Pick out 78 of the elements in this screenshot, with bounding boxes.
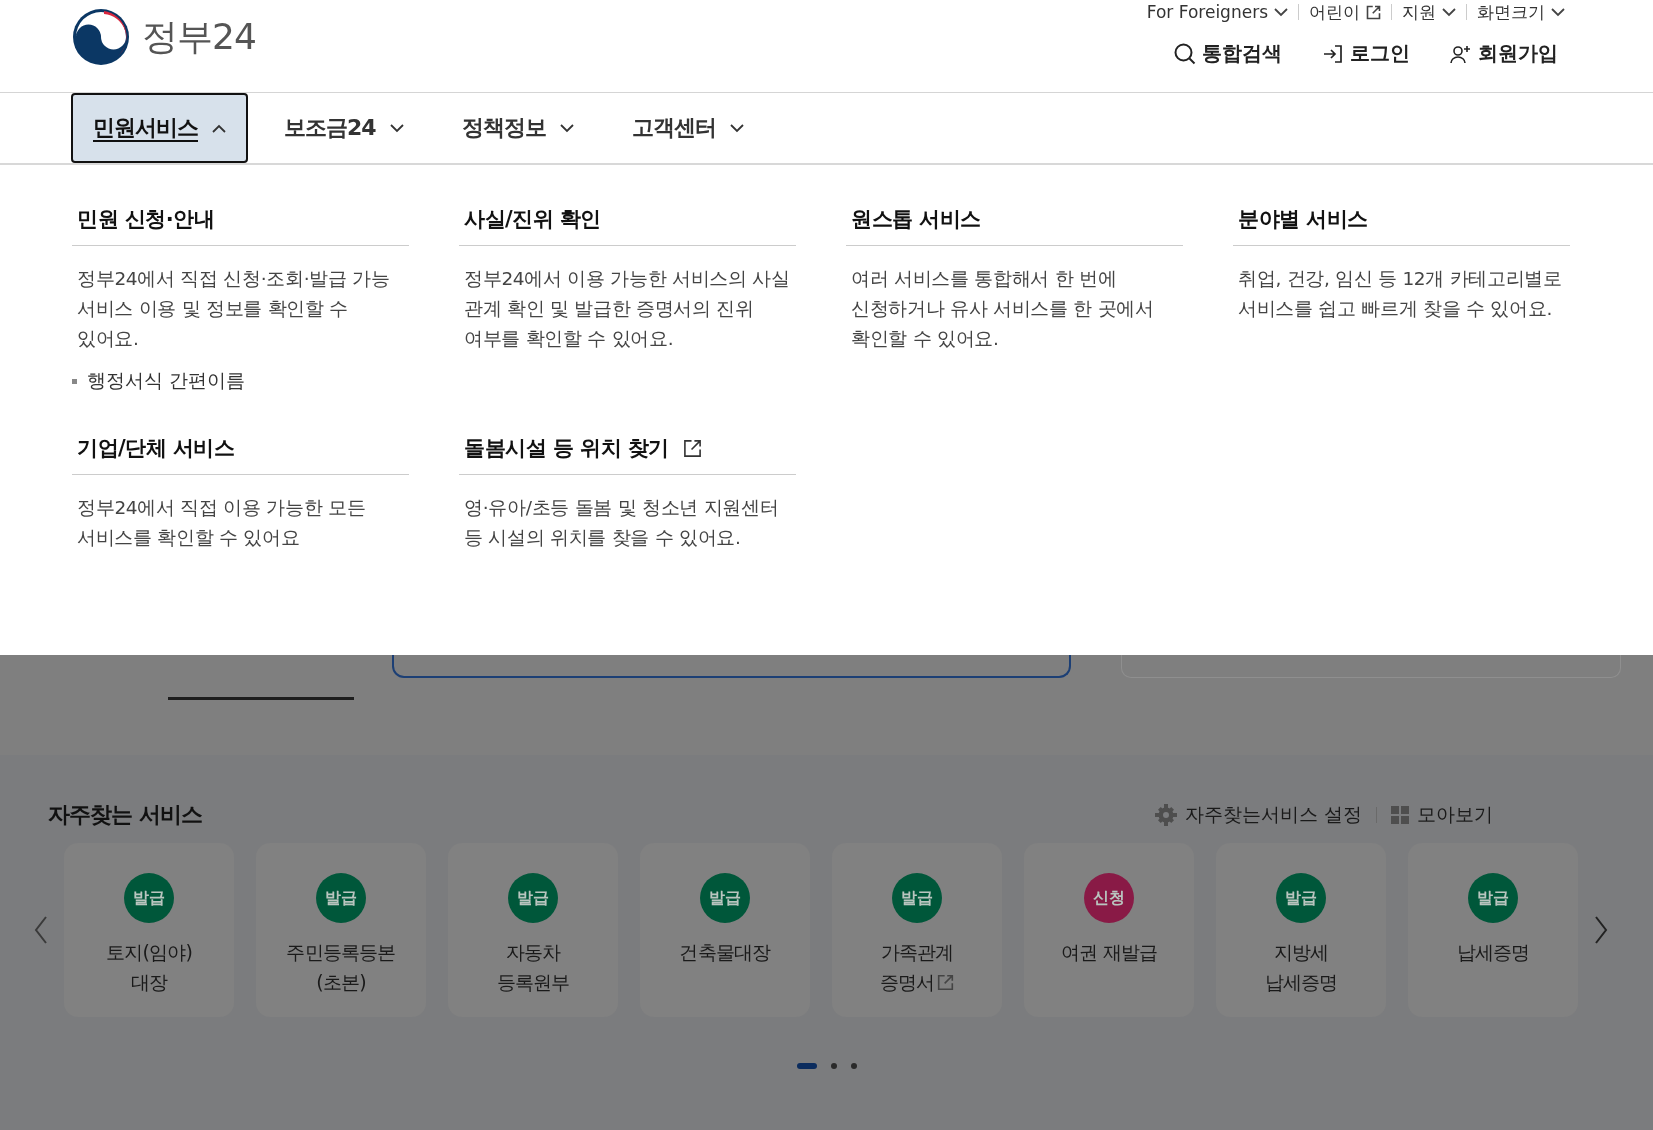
section-description: 정부24에서 직접 신청·조회·발급 가능 서비스 이용 및 정보를 확인할 수 있어요.	[77, 267, 391, 351]
page-indicator[interactable]	[850, 1063, 857, 1069]
section-description: 취업, 건강, 임신 등 12개 카테고리별로 서비스를 쉽고 빠르게 찾을 수 있어요.	[1238, 267, 1563, 321]
service-name: 지방세	[1273, 940, 1329, 965]
gear-icon	[1154, 804, 1177, 826]
service-badge: 발급	[124, 873, 174, 923]
service-badge: 발급	[316, 873, 366, 923]
service-name: 납세증명	[1264, 970, 1338, 995]
service-badge: 발급	[700, 873, 750, 923]
service-card[interactable]: 발급 납세증명	[1408, 843, 1578, 1017]
section-description: 정부24에서 이용 가능한 서비스의 사실 관계 확인 및 발급한 증명서의 진위 여부를 확인할 수 있어요.	[464, 267, 791, 351]
nav-tab[interactable]: 고객센터	[609, 93, 766, 163]
bullet-icon	[72, 378, 77, 384]
chevron-down-icon	[1442, 7, 1456, 17]
service-card[interactable]: 발급 주민등록등본 (초본)	[256, 843, 426, 1017]
external-link-icon	[937, 973, 955, 991]
service-name: 등록원부	[496, 970, 570, 995]
page-indicator[interactable]	[830, 1063, 837, 1069]
page-indicator[interactable]	[796, 1063, 817, 1069]
section-title[interactable]: 원스톱 서비스	[851, 205, 981, 233]
utility-link[interactable]: 어린이	[1299, 0, 1391, 24]
section-heading: 자주찾는 서비스	[48, 801, 203, 829]
section-title[interactable]: 기업/단체 서비스	[77, 434, 235, 462]
service-card[interactable]: 발급 토지(임야) 대장	[64, 843, 234, 1017]
service-name: (초본)	[316, 970, 366, 995]
chevron-down-icon	[559, 123, 574, 133]
chevron-up-icon	[212, 123, 226, 133]
header-link[interactable]: 통합검색	[1174, 40, 1282, 67]
nav-tab[interactable]: 정책정보	[439, 93, 596, 163]
service-badge: 신청	[1084, 873, 1134, 923]
utility-link[interactable]: For Foreigners	[1136, 2, 1298, 22]
section-description: 정부24에서 직접 이용 가능한 모든 서비스를 확인할 수 있어요	[77, 496, 367, 550]
section-description: 여러 서비스를 통합해서 한 번에 신청하거나 유사 서비스를 한 곳에서 확인할 수 있어요.	[851, 267, 1155, 351]
chevron-down-icon	[729, 123, 744, 133]
utility-link[interactable]: 지원	[1392, 0, 1466, 24]
service-name: 증명서	[879, 970, 935, 995]
settings-link[interactable]: 자주찾는서비스 설정	[1154, 802, 1362, 828]
menu-link[interactable]: 행정서식 간편이름	[87, 368, 246, 394]
service-name: 대장	[130, 970, 168, 995]
service-name: 토지(임야)	[106, 940, 192, 965]
section-title[interactable]: 사실/진위 확인	[464, 205, 601, 233]
section-title[interactable]: 돌봄시설 등 위치 찾기	[464, 434, 669, 462]
chevron-down-icon	[1551, 7, 1565, 17]
logo-icon	[72, 8, 130, 66]
service-card[interactable]: 신청 여권 재발급	[1024, 843, 1194, 1017]
service-badge: 발급	[508, 873, 558, 923]
service-badge: 발급	[1276, 873, 1326, 923]
service-name: 여권 재발급	[1060, 940, 1158, 965]
previous-icon	[34, 916, 48, 944]
section-description: 영·유아/초등 돌봄 및 청소년 지원센터 등 시설의 위치를 찾을 수 있어요.	[464, 496, 780, 550]
chevron-down-icon	[389, 123, 404, 133]
section-title[interactable]: 민원 신청·안내	[77, 205, 215, 233]
external-link-icon	[1366, 4, 1381, 20]
header-link[interactable]: 로그인	[1322, 40, 1410, 67]
service-card[interactable]: 발급 건축물대장	[640, 843, 810, 1017]
login-icon	[1322, 42, 1344, 65]
view-all-link[interactable]: 모아보기	[1391, 802, 1493, 828]
section-title[interactable]: 분야별 서비스	[1238, 205, 1368, 233]
service-name: 가족관계	[880, 940, 954, 965]
grid-icon	[1391, 806, 1409, 824]
search-icon	[1174, 42, 1196, 65]
service-name: 납세증명	[1456, 940, 1530, 965]
utility-link[interactable]: 화면크기	[1467, 0, 1575, 24]
nav-tab[interactable]: 민원서비스	[71, 93, 248, 163]
service-badge: 발급	[1468, 873, 1518, 923]
service-card[interactable]: 발급 가족관계 증명서	[832, 843, 1002, 1017]
site-title: 정부24	[142, 14, 256, 59]
external-link-icon	[682, 438, 702, 458]
header-link[interactable]: 회원가입	[1450, 40, 1558, 67]
next-icon	[1594, 916, 1608, 944]
service-badge: 발급	[892, 873, 942, 923]
nav-tab[interactable]: 보조금24	[262, 93, 426, 163]
chevron-down-icon	[1274, 7, 1288, 17]
service-name: 자동차	[505, 940, 561, 965]
service-name: 주민등록등본	[286, 940, 396, 965]
service-card[interactable]: 발급 자동차 등록원부	[448, 843, 618, 1017]
service-name: 건축물대장	[679, 940, 771, 965]
service-card[interactable]: 발급 지방세 납세증명	[1216, 843, 1386, 1017]
